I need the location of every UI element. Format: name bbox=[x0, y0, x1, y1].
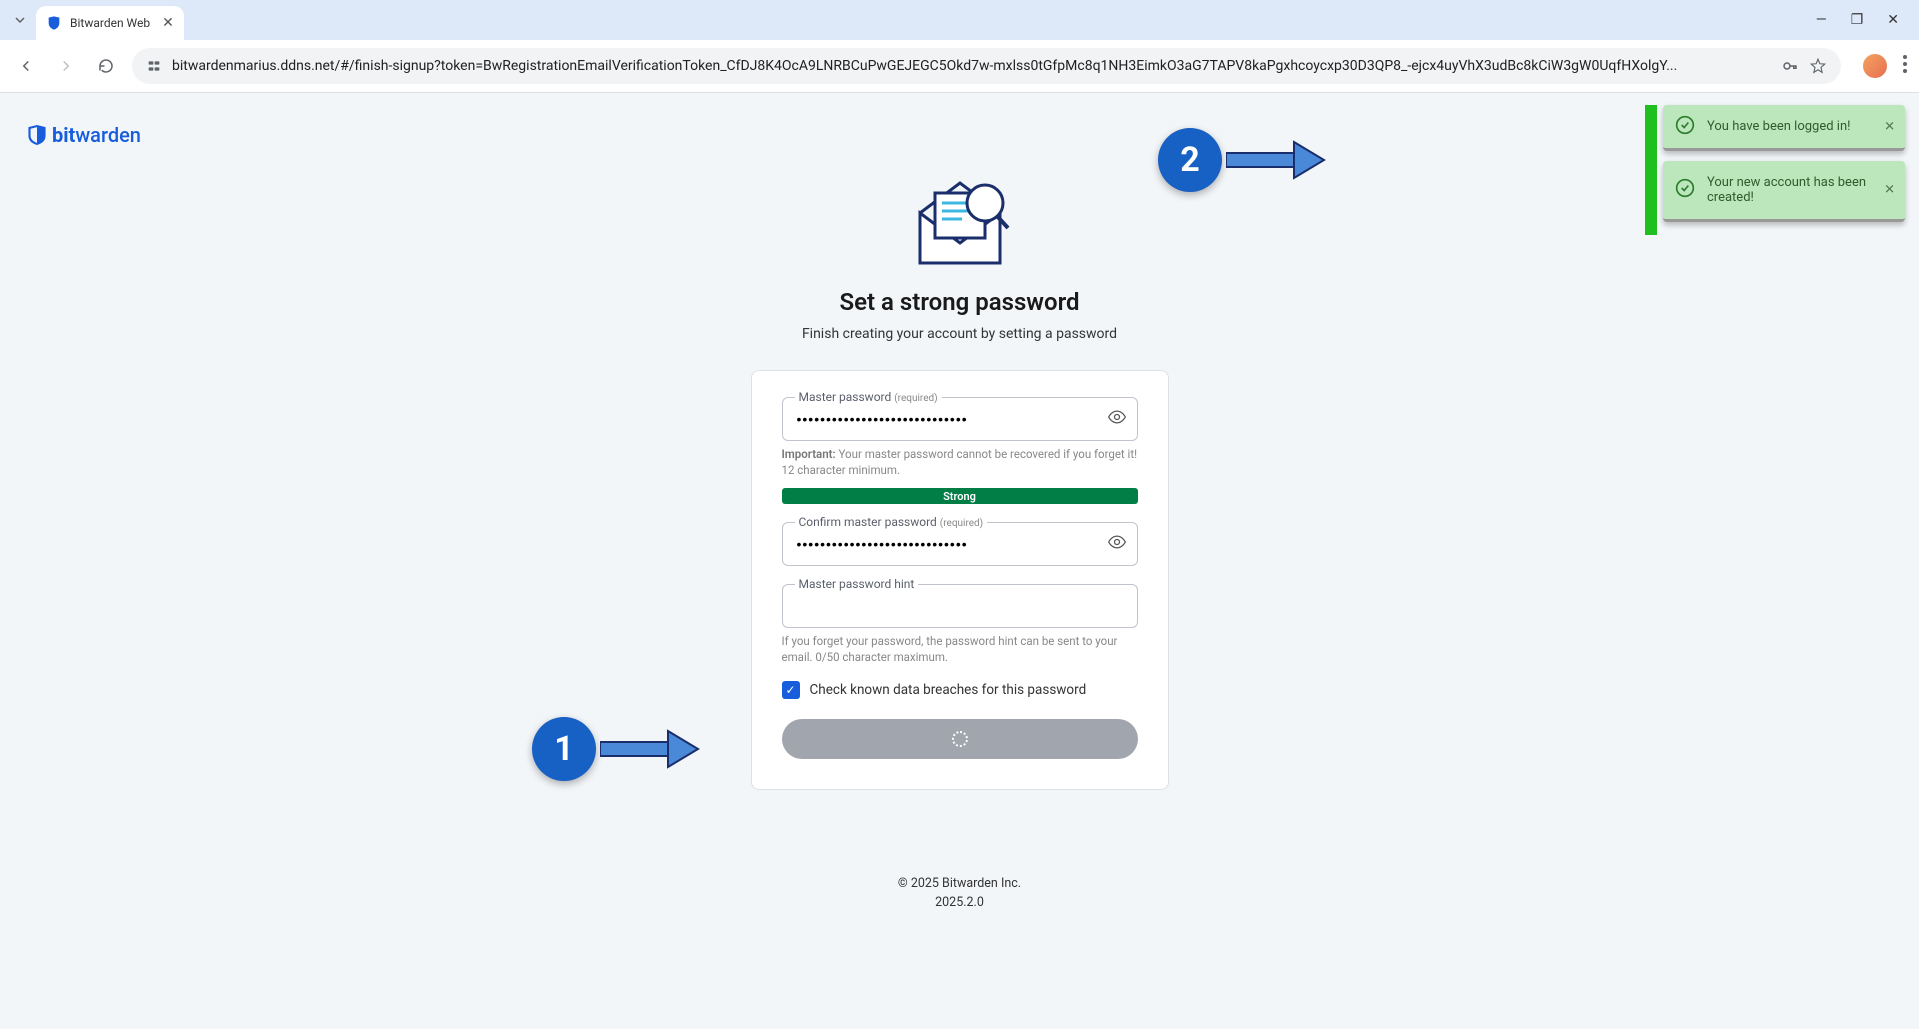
url-text: bitwardenmarius.ddns.net/#/finish-signup… bbox=[172, 58, 1771, 74]
envelope-magnify-icon bbox=[900, 168, 1020, 268]
address-bar[interactable]: bitwardenmarius.ddns.net/#/finish-signup… bbox=[132, 48, 1841, 84]
brand-logo[interactable]: bitwarden bbox=[28, 123, 141, 147]
toast-logged-in: You have been logged in! ✕ bbox=[1663, 105, 1905, 151]
minimize-icon[interactable]: — bbox=[1816, 12, 1827, 28]
toast-message: Your new account has been created! bbox=[1707, 175, 1866, 205]
master-password-field[interactable]: Master password (required) bbox=[782, 397, 1138, 441]
browser-titlebar: Bitwarden Web ✕ — ❐ ✕ bbox=[0, 0, 1919, 40]
annotation-2: 2 bbox=[1158, 128, 1326, 192]
tab-title: Bitwarden Web bbox=[70, 16, 150, 30]
password-hint-help: If you forget your password, the passwor… bbox=[782, 634, 1138, 665]
annotation-badge: 1 bbox=[532, 717, 596, 781]
brand-text: bitwarden bbox=[52, 123, 141, 147]
annotation-1: 1 bbox=[532, 717, 700, 781]
browser-menu-icon[interactable] bbox=[1903, 55, 1907, 77]
tab-search-dropdown[interactable] bbox=[8, 8, 32, 32]
browser-toolbar: bitwardenmarius.ddns.net/#/finish-signup… bbox=[0, 40, 1919, 93]
site-settings-icon[interactable] bbox=[146, 58, 162, 74]
password-hint-label: Master password hint bbox=[795, 577, 919, 591]
master-password-hint: Important: Your master password cannot b… bbox=[782, 447, 1138, 478]
password-hint-field[interactable]: Master password hint bbox=[782, 584, 1138, 628]
toggle-visibility-icon[interactable] bbox=[1107, 532, 1127, 556]
tab-close-icon[interactable]: ✕ bbox=[162, 15, 174, 31]
window-controls: — ❐ ✕ bbox=[1816, 12, 1911, 28]
submit-button[interactable] bbox=[782, 719, 1138, 759]
password-key-icon[interactable] bbox=[1781, 57, 1799, 75]
profile-avatar[interactable] bbox=[1861, 52, 1889, 80]
bookmark-star-icon[interactable] bbox=[1809, 57, 1827, 75]
back-button[interactable] bbox=[12, 52, 40, 80]
browser-tab[interactable]: Bitwarden Web ✕ bbox=[36, 6, 184, 40]
reload-button[interactable] bbox=[92, 52, 120, 80]
strength-label: Strong bbox=[943, 490, 976, 503]
check-circle-icon bbox=[1675, 178, 1695, 202]
password-hint-input[interactable] bbox=[797, 598, 1097, 614]
check-circle-icon bbox=[1675, 115, 1695, 139]
master-password-input[interactable] bbox=[797, 411, 1097, 427]
arrow-right-icon bbox=[600, 727, 700, 771]
toast-stack: You have been logged in! ✕ Your new acco… bbox=[1663, 105, 1905, 222]
password-strength-bar: Strong bbox=[782, 488, 1138, 504]
confirm-password-field[interactable]: Confirm master password (required) bbox=[782, 522, 1138, 566]
form-card: Master password (required) Important: Yo… bbox=[751, 370, 1169, 790]
toast-close-icon[interactable]: ✕ bbox=[1884, 119, 1895, 134]
page-footer: © 2025 Bitwarden Inc. 2025.2.0 bbox=[898, 875, 1021, 913]
confirm-password-label: Confirm master password (required) bbox=[795, 515, 988, 529]
page-title: Set a strong password bbox=[839, 288, 1079, 316]
toggle-visibility-icon[interactable] bbox=[1107, 407, 1127, 431]
master-password-label: Master password (required) bbox=[795, 390, 942, 404]
breach-check-row[interactable]: ✓ Check known data breaches for this pas… bbox=[782, 681, 1138, 699]
shield-icon bbox=[28, 125, 46, 145]
annotation-green-bar bbox=[1645, 105, 1657, 235]
bitwarden-favicon-icon bbox=[46, 15, 62, 31]
browser-chrome: Bitwarden Web ✕ — ❐ ✕ bitwardenmarius.dd… bbox=[0, 0, 1919, 93]
toast-close-icon[interactable]: ✕ bbox=[1884, 183, 1895, 198]
breach-checkbox[interactable]: ✓ bbox=[782, 681, 800, 699]
arrow-right-icon bbox=[1226, 138, 1326, 182]
confirm-password-input[interactable] bbox=[797, 536, 1097, 552]
page-subtitle: Finish creating your account by setting … bbox=[802, 326, 1117, 342]
toast-message: You have been logged in! bbox=[1707, 119, 1850, 134]
page-content: bitwarden Set a strong password Finish c… bbox=[0, 93, 1919, 1029]
toast-account-created: Your new account has been created! ✕ bbox=[1663, 161, 1905, 222]
toolbar-right bbox=[1861, 52, 1907, 80]
copyright-text: © 2025 Bitwarden Inc. bbox=[898, 875, 1021, 894]
forward-button[interactable] bbox=[52, 52, 80, 80]
version-text: 2025.2.0 bbox=[898, 894, 1021, 913]
close-window-icon[interactable]: ✕ bbox=[1887, 12, 1899, 28]
annotation-badge: 2 bbox=[1158, 128, 1222, 192]
loading-spinner-icon bbox=[952, 731, 968, 747]
breach-checkbox-label: Check known data breaches for this passw… bbox=[810, 682, 1087, 698]
maximize-icon[interactable]: ❐ bbox=[1851, 12, 1864, 28]
